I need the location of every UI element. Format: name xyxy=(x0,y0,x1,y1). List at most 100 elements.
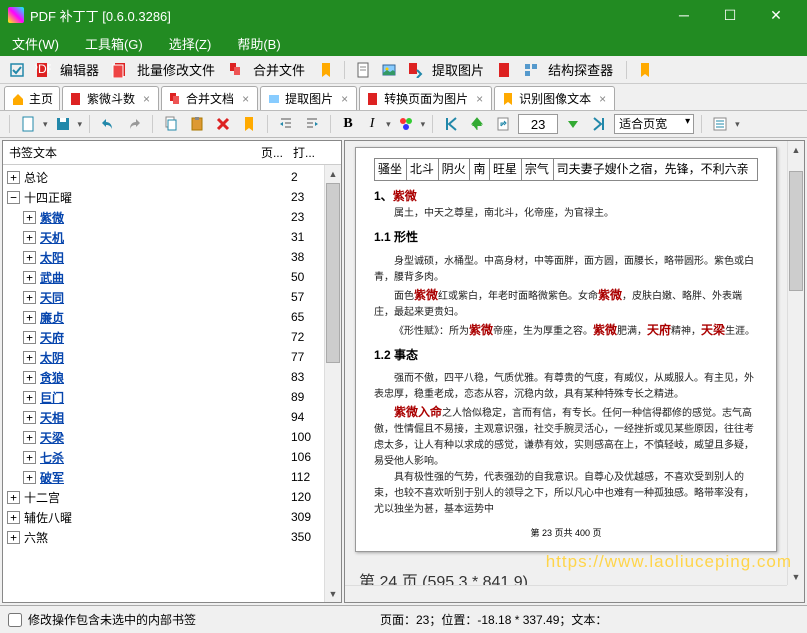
bookmark-item[interactable]: +紫微23 xyxy=(3,207,341,227)
color-icon[interactable] xyxy=(395,113,417,135)
page-number-input[interactable] xyxy=(518,114,558,134)
expand-icon[interactable]: + xyxy=(23,411,36,424)
scrollbar-v[interactable]: ▲ ▼ xyxy=(324,165,341,602)
merge-label[interactable]: 合并文件 xyxy=(251,60,311,79)
batch-label[interactable]: 批量修改文件 xyxy=(135,60,221,79)
expand-icon[interactable]: + xyxy=(23,451,36,464)
menu-select[interactable]: 选择(Z) xyxy=(163,32,218,55)
bold-icon[interactable]: B xyxy=(338,113,358,135)
expand-icon[interactable]: + xyxy=(7,171,20,184)
bookmark-item[interactable]: +总论2 xyxy=(3,167,341,187)
maximize-button[interactable]: ☐ xyxy=(707,0,753,30)
zoom-select[interactable]: 适合页宽 xyxy=(614,114,694,134)
editor-label[interactable]: 编辑器 xyxy=(58,60,105,79)
bookmark-item[interactable]: +破军112 xyxy=(3,467,341,487)
scroll-down-icon[interactable]: ▼ xyxy=(325,585,341,602)
tab-extract[interactable]: 提取图片× xyxy=(260,86,357,110)
close-icon[interactable]: × xyxy=(474,92,485,106)
expand-icon[interactable]: + xyxy=(23,271,36,284)
bookmark-item[interactable]: +贪狼83 xyxy=(3,367,341,387)
tab-home[interactable]: 主页 xyxy=(4,86,60,110)
bookmark-item[interactable]: +天同57 xyxy=(3,287,341,307)
convert-icon[interactable] xyxy=(404,59,426,81)
merge-icon[interactable] xyxy=(225,59,247,81)
next-page-icon[interactable] xyxy=(562,113,584,135)
tab-ziwei[interactable]: 紫微斗数× xyxy=(62,86,159,110)
bookmark-item[interactable]: +天相94 xyxy=(3,407,341,427)
tab-ocr[interactable]: 识别图像文本× xyxy=(494,86,615,110)
bookmark-add-icon[interactable] xyxy=(238,113,260,135)
bookmark-item[interactable]: −十四正曜23 xyxy=(3,187,341,207)
scroll-up-icon[interactable]: ▲ xyxy=(788,141,804,158)
expand-icon[interactable]: + xyxy=(23,331,36,344)
expand-icon[interactable]: − xyxy=(7,191,20,204)
pdf-red-icon[interactable]: PDF xyxy=(32,59,54,81)
scroll-up-icon[interactable]: ▲ xyxy=(325,165,341,182)
menu-help[interactable]: 帮助(B) xyxy=(231,32,286,55)
bookmark-item[interactable]: +廉贞65 xyxy=(3,307,341,327)
copy-icon[interactable] xyxy=(160,113,182,135)
scroll-thumb[interactable] xyxy=(789,171,803,291)
expand-icon[interactable]: + xyxy=(7,531,20,544)
indent-right-icon[interactable] xyxy=(301,113,323,135)
menu-toolbox[interactable]: 工具箱(G) xyxy=(79,32,149,55)
menu-file[interactable]: 文件(W) xyxy=(6,32,65,55)
bookmark-item[interactable]: +天府72 xyxy=(3,327,341,347)
bookmark-item[interactable]: +十二宫120 xyxy=(3,487,341,507)
bookmark-item[interactable]: +武曲50 xyxy=(3,267,341,287)
scrollbar-v[interactable]: ▲ ▼ xyxy=(787,141,804,585)
close-button[interactable]: ✕ xyxy=(753,0,799,30)
expand-icon[interactable]: + xyxy=(23,371,36,384)
scroll-down-icon[interactable]: ▼ xyxy=(788,568,804,585)
structure-label[interactable]: 结构探查器 xyxy=(546,60,619,79)
pdf-batch-icon[interactable] xyxy=(109,59,131,81)
extract-label[interactable]: 提取图片 xyxy=(430,60,490,79)
expand-icon[interactable]: + xyxy=(23,251,36,264)
expand-icon[interactable]: + xyxy=(23,471,36,484)
pdf-icon2[interactable] xyxy=(494,59,516,81)
undo-icon[interactable] xyxy=(97,113,119,135)
bookmark-icon[interactable] xyxy=(315,59,337,81)
indent-left-icon[interactable] xyxy=(275,113,297,135)
prev-page-icon[interactable] xyxy=(466,113,488,135)
delete-icon[interactable] xyxy=(212,113,234,135)
struct-icon[interactable] xyxy=(520,59,542,81)
expand-icon[interactable]: + xyxy=(7,511,20,524)
close-icon[interactable]: × xyxy=(240,92,251,106)
first-page-icon[interactable] xyxy=(440,113,462,135)
bookmark-item[interactable]: +辅佐八曜309 xyxy=(3,507,341,527)
bookmark-item[interactable]: +天机31 xyxy=(3,227,341,247)
expand-icon[interactable]: + xyxy=(7,491,20,504)
new-icon[interactable] xyxy=(17,113,39,135)
bookmark-item[interactable]: +太阴77 xyxy=(3,347,341,367)
bookmark-item[interactable]: +天梁100 xyxy=(3,427,341,447)
bookmark-item[interactable]: +太阳38 xyxy=(3,247,341,267)
bookmark-item[interactable]: +七杀106 xyxy=(3,447,341,467)
bookmark-tree[interactable]: +总论2−十四正曜23+紫微23+天机31+太阳38+武曲50+天同57+廉贞6… xyxy=(3,165,341,602)
close-icon[interactable]: × xyxy=(339,92,350,106)
expand-icon[interactable]: + xyxy=(23,211,36,224)
scrollbar-h[interactable] xyxy=(345,585,787,602)
redo-icon[interactable] xyxy=(123,113,145,135)
tab-convert[interactable]: 转换页面为图片× xyxy=(359,86,492,110)
doc-icon[interactable] xyxy=(352,59,374,81)
check-icon[interactable] xyxy=(6,59,28,81)
italic-icon[interactable]: I xyxy=(362,113,382,135)
expand-icon[interactable]: + xyxy=(23,291,36,304)
bookmark-item[interactable]: +六煞350 xyxy=(3,527,341,547)
save-icon[interactable] xyxy=(52,113,74,135)
tab-merge[interactable]: 合并文档× xyxy=(161,86,258,110)
expand-icon[interactable]: + xyxy=(23,311,36,324)
image-icon[interactable] xyxy=(378,59,400,81)
last-page-icon[interactable] xyxy=(588,113,610,135)
paste-icon[interactable] xyxy=(186,113,208,135)
bookmark-icon2[interactable] xyxy=(634,59,656,81)
props-icon[interactable] xyxy=(709,113,731,135)
close-icon[interactable]: × xyxy=(597,92,608,106)
close-icon[interactable]: × xyxy=(141,92,152,106)
expand-icon[interactable]: + xyxy=(23,231,36,244)
goto-icon[interactable] xyxy=(492,113,514,135)
minimize-button[interactable]: ─ xyxy=(661,0,707,30)
include-unselected-checkbox[interactable]: 修改操作包含未选中的内部书签 xyxy=(8,611,196,628)
expand-icon[interactable]: + xyxy=(23,431,36,444)
